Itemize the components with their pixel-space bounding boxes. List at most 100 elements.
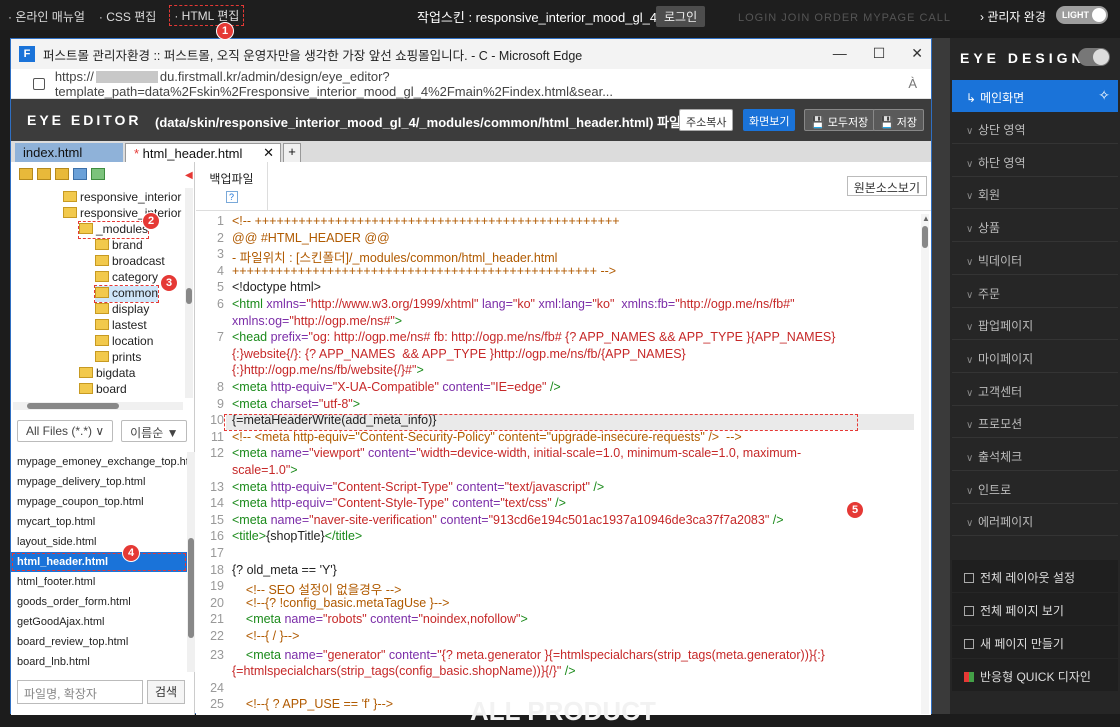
side-menu-item[interactable]: ∨ 빅데이터 [952,243,1118,275]
menu-main-screen[interactable]: ↳ 메인화면 ✧ [952,80,1118,112]
side-menu-item[interactable]: ∨ 상품 [952,210,1118,243]
code-line[interactable]: <!-- <meta http-equiv="Content-Security-… [232,430,918,444]
code-line[interactable]: <title>{shopTitle}</title> [232,529,918,543]
maximize-icon[interactable]: ☐ [873,45,886,62]
code-line[interactable]: {=htmlspecialchars(strip_tags(config_bas… [232,664,918,678]
list-item[interactable]: mycart_top.html [11,512,187,532]
open-folder-icon[interactable] [37,168,51,180]
side-menu-item[interactable]: ∨ 마이페이지 [952,341,1118,373]
view-original-source-button[interactable]: 원본소스보기 [846,176,927,196]
tree-folder[interactable]: broadcast [95,254,165,270]
tab-index-html[interactable]: index.html [15,143,123,163]
side-menu-item[interactable]: ∨ 인트로 [952,472,1118,504]
list-item[interactable]: mypage_coupon_top.html [11,492,187,512]
save-all-button[interactable]: 💾 모두저장 [804,109,876,131]
list-item[interactable]: mypage_delivery_top.html [11,472,187,492]
sort-select[interactable]: 이름순 ▼ [121,420,188,442]
tree-folder[interactable]: display [95,302,149,318]
url-text[interactable]: https://du.firstmall.kr/admin/design/eye… [55,69,931,99]
tree-folder-modules[interactable]: _modules [77,221,150,239]
side-menu-item[interactable]: ∨ 에러페이지 [952,504,1118,537]
new-folder-icon[interactable] [19,168,33,180]
code-area[interactable]: 1 <!-- ++++++++++++++++++++++++++++++++++… [196,214,921,714]
tree-folder[interactable]: category [95,270,158,286]
code-line[interactable]: {:}website{/}: {? APP_NAMES && APP_TYPE … [232,347,918,361]
add-tab-button[interactable]: + [283,143,301,163]
backup-files[interactable]: 백업파일 ? [196,162,268,210]
tab-close-icon[interactable]: ✕ [263,145,274,161]
list-item[interactable]: getGoodAjax.html [11,612,187,632]
list-item[interactable]: board_review_top.html [11,632,187,652]
code-line[interactable]: @@ #HTML_HEADER @@ [232,231,918,245]
side-menu-item[interactable]: ∨ 출석체크 [952,439,1118,471]
code-line[interactable]: <!--{? !config_basic.metaTagUse }--> [232,596,918,610]
tree-folder[interactable]: brand [95,238,143,254]
list-item[interactable]: layout_side.html [11,532,187,552]
list-item-selected[interactable]: html_header.html [11,552,187,572]
side-menu-item[interactable]: ∨ 팝업페이지 [952,308,1118,341]
login-button[interactable]: 로그인 [656,6,706,27]
side-menu-item[interactable]: ∨ 고객센터 [952,374,1118,406]
file-type-select[interactable]: All Files (*.*) ∨ [17,420,114,442]
new-file-icon[interactable] [55,168,69,180]
address-bar[interactable]: https://du.firstmall.kr/admin/design/eye… [11,69,931,99]
tree-folder[interactable]: prints [95,350,141,366]
code-line[interactable]: ++++++++++++++++++++++++++++++++++++++++… [232,264,918,278]
tree-folder[interactable]: lastest [95,318,147,334]
view-screen-button[interactable]: 화면보기 [743,109,796,131]
minimize-icon[interactable]: — [833,45,847,62]
help-icon[interactable]: ? [225,191,238,203]
tree-folder[interactable]: board [79,382,127,398]
html-edit-link[interactable]: · HTML 편집 [169,5,245,26]
copy-address-button[interactable]: 주소복사 [679,109,734,131]
list-item[interactable]: board_lnb.html [11,652,187,672]
collapse-arrow-icon[interactable]: ◀ [185,170,193,181]
tab-html-header[interactable]: * html_header.html ✕ [125,143,281,163]
code-line[interactable]: <!--{ / }--> [232,629,918,643]
upload-icon[interactable] [91,168,105,180]
code-line[interactable]: <meta charset="utf-8"> [232,397,918,411]
all-pages-button[interactable]: 전체 페이지 보기 [952,593,1118,625]
code-scrollbar[interactable]: ▲ [921,214,930,714]
tree-folder[interactable]: responsive_interior [63,206,181,222]
file-search-input[interactable]: 파일명, 확장자 [17,680,143,704]
online-manual-link[interactable]: · 온라인 매뉴얼 [8,8,85,25]
code-line[interactable]: {:}http://ogp.me/ns/fb/website{/}#"> [232,363,918,377]
search-button[interactable]: 검색 [147,680,185,704]
side-menu-item[interactable]: ∨ 회원 [952,177,1118,210]
list-item[interactable]: html_footer.html [11,572,187,592]
save-button[interactable]: 💾 저장 [873,109,925,131]
admin-done-link[interactable]: › 관리자 완경 [980,8,1046,25]
code-line[interactable]: {? old_meta == 'Y'} [232,563,918,577]
code-line[interactable]: <meta name="robots" content="noindex,nof… [232,612,918,626]
refresh-icon[interactable] [73,168,87,180]
css-edit-link[interactable]: · CSS 편집 [99,8,156,25]
tree-folder[interactable]: bigdata [79,366,135,382]
list-item[interactable]: goods_order_form.html [11,592,187,612]
eye-design-toggle[interactable] [1078,48,1110,66]
side-menu-item[interactable]: ∨ 상단 영역 [952,112,1118,144]
tree-folder-common[interactable]: common [93,285,160,303]
tree-folder[interactable]: responsive_interior [63,190,181,206]
side-menu-item[interactable]: ∨ 주문 [952,276,1118,308]
code-line[interactable]: <meta http-equiv="X-UA-Compatible" conte… [232,380,918,394]
side-menu-item[interactable]: ∨ 하단 영역 [952,145,1118,177]
code-line[interactable]: <meta http-equiv="Content-Style-Type" co… [232,496,918,510]
code-line[interactable]: <!-- +++++++++++++++++++++++++++++++++++… [232,214,918,228]
layout-settings-button[interactable]: 전체 레이아웃 설정 [952,560,1118,592]
code-line[interactable]: <meta http-equiv="Content-Script-Type" c… [232,480,918,494]
list-item[interactable]: mypage_emoney_exchange_top.html [11,452,187,472]
read-aloud-icon[interactable]: À [908,76,917,91]
close-icon[interactable]: ✕ [911,45,923,62]
quick-design-button[interactable]: 반응형 QUICK 디자인 [952,659,1118,691]
code-line[interactable]: xmlns:og="http://ogp.me/ns#"> [232,314,918,328]
theme-toggle[interactable]: LIGHT [1056,6,1108,24]
code-line[interactable]: scale=1.0"> [232,463,918,477]
tree-folder[interactable]: location [95,334,153,350]
new-page-button[interactable]: 새 페이지 만들기 [952,626,1118,658]
code-line[interactable]: <meta name="naver-site-verification" con… [232,513,918,527]
code-line[interactable]: <!doctype html> [232,280,918,294]
code-line[interactable]: <meta name="viewport" content="width=dev… [232,446,918,460]
file-list-scrollbar[interactable] [187,452,195,672]
magic-wand-icon[interactable]: ✧ [1098,87,1110,104]
